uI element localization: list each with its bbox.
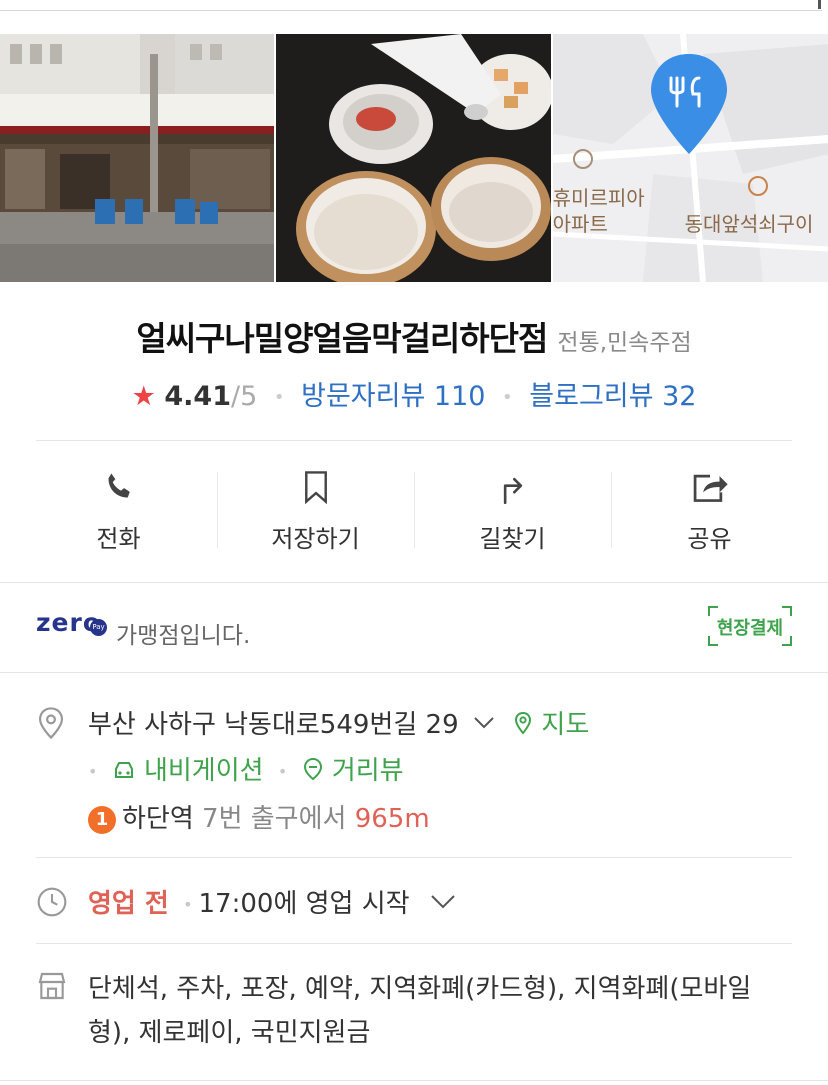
browser-top-bar <box>0 0 828 34</box>
divider <box>0 1080 828 1081</box>
onsite-payment-label: 현장결제 <box>716 618 784 639</box>
map-link-label: 지도 <box>541 710 590 740</box>
map-link[interactable]: 지도 <box>513 710 589 740</box>
photo-strip: 휴미르피아 아파트 동대앞석쇠구이 <box>0 34 828 282</box>
star-icon: ★ <box>131 381 156 412</box>
chevron-down-icon <box>474 717 494 729</box>
storefront-photo[interactable] <box>0 34 275 282</box>
address-expand-button[interactable] <box>467 710 495 740</box>
streetview-icon <box>303 757 322 781</box>
save-button[interactable]: 저장하기 <box>217 441 414 581</box>
map-pin-icon <box>515 711 532 735</box>
divider <box>0 672 828 673</box>
divider <box>414 472 415 548</box>
store-icon <box>36 970 68 1006</box>
address-links-row: • 내비게이션 • 거리뷰 <box>88 750 404 787</box>
rating-max: /5 <box>231 381 258 412</box>
subway-distance: 965m <box>354 804 430 834</box>
subway-line-badge: 1 <box>88 806 116 834</box>
map-label-apartment-suffix: 아파트 <box>552 212 608 236</box>
zeropay-row: zero Pay 가맹점입니다. 현장결제 <box>36 606 792 650</box>
streetview-link-label: 거리뷰 <box>331 756 404 786</box>
address-row: 부산 사하구 낙동대로549번길 29 지도 <box>88 704 589 741</box>
map-label-restaurant: 동대앞석쇠구이 <box>684 212 814 236</box>
map-thumbnail[interactable]: 휴미르피아 아파트 동대앞석쇠구이 <box>552 34 828 282</box>
scroll-indicator <box>818 0 821 9</box>
separator-dot: • <box>502 387 513 408</box>
call-button[interactable]: 전화 <box>20 441 217 581</box>
streetview-link[interactable]: 거리뷰 <box>302 756 404 786</box>
subway-row: 1 하단역 7번 출구에서 965m <box>88 798 430 835</box>
clock-icon <box>36 886 68 922</box>
blog-reviews-count: 32 <box>662 381 697 412</box>
business-status: 영업 전 <box>88 889 169 919</box>
car-icon <box>114 762 133 778</box>
bookmark-icon <box>296 467 336 507</box>
directions-icon <box>493 467 533 507</box>
divider <box>217 472 218 548</box>
hours-row[interactable]: 영업 전 • 17:00에 영업 시작 <box>88 883 456 920</box>
navigation-link[interactable]: 내비게이션 <box>112 756 264 786</box>
separator-dot: • <box>277 762 288 781</box>
subway-station: 하단역 <box>122 804 194 834</box>
blog-reviews-label: 블로그리뷰 <box>529 381 654 412</box>
navigation-link-label: 내비게이션 <box>143 756 264 786</box>
share-icon <box>690 467 730 507</box>
subway-exit: 7번 출구에서 <box>202 804 347 834</box>
place-name: 얼씨구나밀양얼음막걸리하단점 <box>136 319 548 358</box>
facilities-text: 단체석, 주차, 포장, 예약, 지역화폐(카드형), 지역화폐(모바일형), … <box>88 974 752 1048</box>
top-divider <box>0 10 822 11</box>
zeropay-badge: Pay <box>90 619 107 636</box>
rating-score: 4.41 <box>164 381 232 412</box>
separator-dot: • <box>183 895 193 914</box>
share-button[interactable]: 공유 <box>611 441 808 581</box>
separator-dot: • <box>88 762 98 781</box>
divider <box>36 857 792 858</box>
divider <box>36 943 792 944</box>
visitor-reviews-label: 방문자리뷰 <box>301 381 426 412</box>
call-label: 전화 <box>96 525 141 553</box>
chevron-down-icon <box>431 895 455 909</box>
visitor-reviews-count: 110 <box>433 381 486 412</box>
divider <box>611 472 612 548</box>
place-category: 전통,민속주점 <box>557 330 692 356</box>
visitor-reviews-link[interactable]: 방문자리뷰 110 <box>301 381 485 412</box>
location-pin-icon <box>36 706 66 744</box>
directions-button[interactable]: 길찾기 <box>414 441 611 581</box>
share-label: 공유 <box>687 525 732 553</box>
food-photo[interactable] <box>276 34 551 282</box>
place-header: 얼씨구나밀양얼음막걸리하단점 전통,민속주점 <box>0 312 828 360</box>
business-hours-detail: 17:00에 영업 시작 <box>198 889 410 919</box>
divider <box>0 582 828 583</box>
save-label: 저장하기 <box>271 525 360 553</box>
address-text: 부산 사하구 낙동대로549번길 29 <box>88 710 459 740</box>
directions-label: 길찾기 <box>479 525 546 553</box>
onsite-payment-badge: 현장결제 <box>708 606 792 646</box>
zeropay-text: 가맹점입니다. <box>116 623 251 649</box>
blog-reviews-link[interactable]: 블로그리뷰 32 <box>529 381 696 412</box>
separator-dot: • <box>273 387 285 408</box>
phone-icon <box>99 467 139 507</box>
rating-row: ★ 4.41/5 • 방문자리뷰 110 • 블로그리뷰 32 <box>0 374 828 413</box>
map-label-apartment: 휴미르피아 <box>552 186 645 210</box>
